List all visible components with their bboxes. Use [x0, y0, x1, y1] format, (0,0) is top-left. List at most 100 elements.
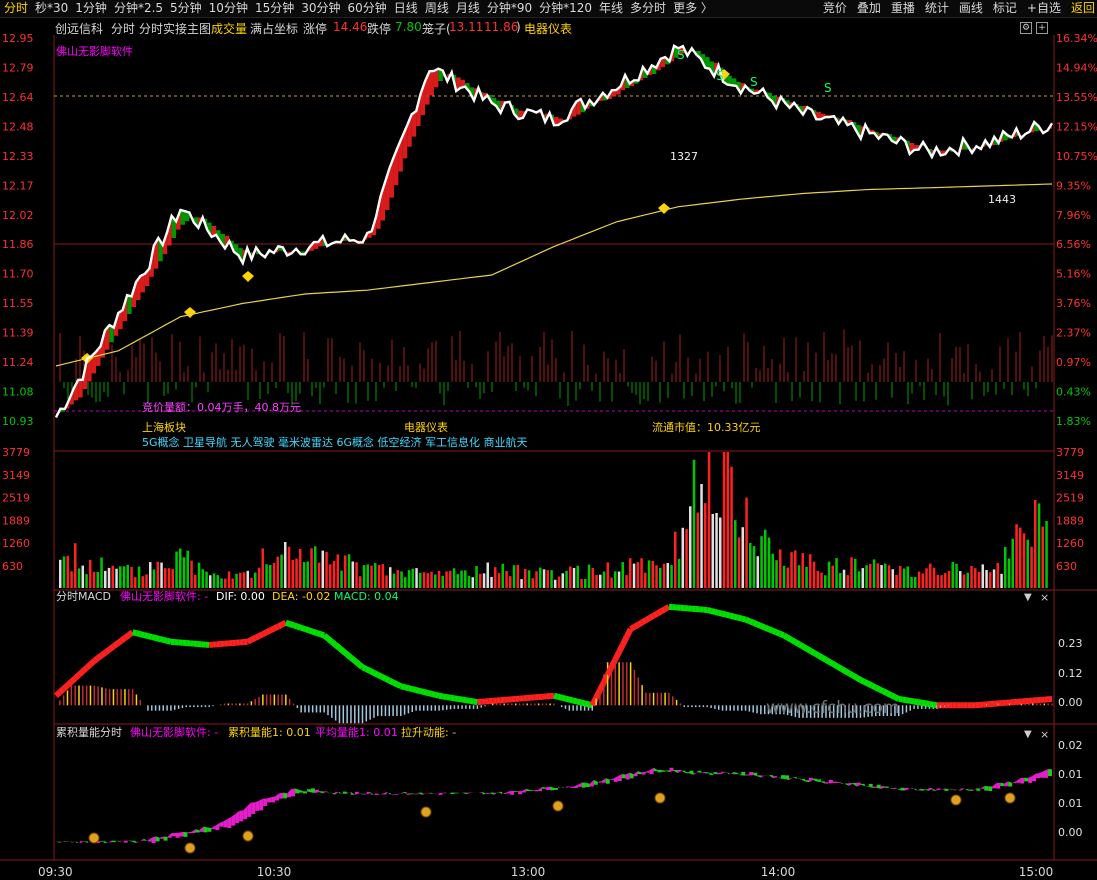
volume-bar: [1022, 533, 1026, 588]
energy-segment: [546, 786, 551, 790]
volume-bar: [981, 564, 984, 588]
volume-bar: [779, 549, 782, 588]
macd-title: 分时MACD: [56, 590, 111, 603]
auction-text: 竞价量额：0.04万手，40.8万元: [142, 400, 301, 414]
energy-segment: [613, 776, 618, 782]
volume-bars: [59, 452, 1048, 588]
energy-segment: [629, 772, 634, 779]
energy-segment: [709, 772, 714, 775]
macd-menu-icon[interactable]: ▼: [1024, 592, 1032, 603]
energy-segment: [147, 837, 152, 842]
energy-segment: [908, 787, 913, 790]
energy-segment: [354, 791, 359, 795]
volume-bar: [212, 573, 216, 588]
volume-bar: [947, 570, 951, 588]
time-label: 10:30: [257, 865, 292, 879]
volume-bar: [940, 575, 943, 588]
macd-segment: [246, 637, 253, 645]
volume-bar: [512, 565, 516, 588]
volume-bar: [674, 531, 677, 588]
volume-bar: [925, 568, 928, 588]
volume-bar: [257, 567, 261, 588]
volume-bar: [606, 562, 609, 588]
volume-bar: [389, 567, 392, 588]
volume-bar: [1019, 527, 1022, 588]
macd-segment: [729, 612, 735, 620]
pct-tick: 3.76%: [1056, 297, 1091, 310]
ribbon-segment: [429, 70, 434, 96]
volume-bar: [899, 566, 902, 588]
volume-bar: [242, 572, 246, 588]
macd-close-icon[interactable]: ×: [1040, 591, 1049, 604]
volume-bar: [790, 552, 793, 588]
energy-segment: [430, 792, 435, 794]
price-tick: 11.24: [2, 356, 34, 369]
macd-segment: [407, 685, 413, 693]
volume-bar: [599, 574, 602, 588]
macd-segment: [913, 698, 919, 706]
price-tick: 12.17: [2, 179, 34, 192]
energy-menu-icon[interactable]: ▼: [1024, 729, 1032, 740]
macd-segment: [469, 697, 475, 705]
energy-segment: [609, 778, 614, 780]
macd-tick: 0.00: [1058, 696, 1083, 709]
time-label: 09:30: [38, 865, 73, 879]
macd-segment: [341, 648, 350, 657]
volume-bar: [351, 561, 354, 588]
pct-tick: 12.15%: [1056, 120, 1097, 133]
volume-bar: [827, 561, 831, 588]
energy-segment: [757, 775, 762, 778]
energy-segment: [143, 838, 148, 841]
volume-bar: [430, 571, 433, 588]
energy-segment: [534, 789, 539, 792]
energy-segment: [123, 840, 128, 843]
energy-segment: [398, 792, 403, 795]
macd-segment: [473, 698, 478, 706]
volume-bar: [775, 560, 778, 588]
energy-segment: [565, 786, 570, 788]
energy-segment: [490, 792, 495, 795]
volume-bar: [250, 577, 253, 588]
macd-segment: [123, 632, 131, 641]
volume-bar: [812, 561, 816, 588]
volume-bar: [872, 559, 876, 588]
volume-bar: [1037, 503, 1041, 588]
macd-segment: [835, 663, 843, 672]
volume-bar: [509, 576, 512, 588]
macd-segment: [403, 684, 410, 692]
energy-segment: [494, 791, 499, 795]
energy-segment: [872, 786, 877, 789]
volume-bar: [287, 546, 291, 588]
volume-bar: [565, 570, 568, 588]
s-mark: S: [824, 81, 832, 95]
macd-dea: DEA: -0.02: [272, 590, 330, 603]
energy-close-icon[interactable]: ×: [1040, 728, 1049, 741]
macd-segment: [824, 657, 832, 665]
volume-bar: [415, 568, 418, 588]
volume-bar: [797, 565, 801, 588]
volume-bar: [1041, 526, 1044, 588]
volume-bar: [842, 569, 846, 588]
volume-bar: [107, 567, 111, 588]
energy-segment: [131, 840, 136, 844]
volume-bar: [771, 553, 774, 588]
energy-segment: [793, 777, 798, 779]
energy-segment: [219, 821, 224, 827]
pct-tick: 16.34%: [1056, 32, 1097, 45]
macd-segment: [885, 690, 893, 698]
energy-segment: [976, 788, 981, 791]
energy-segment: [378, 793, 383, 795]
volume-bar: [411, 568, 414, 588]
volume-bar: [944, 573, 947, 588]
energy-segment: [295, 788, 300, 794]
volume-bar: [809, 554, 812, 588]
energy-segment: [777, 777, 782, 779]
annot-1443: 1443: [988, 193, 1016, 206]
volume-bar: [839, 573, 842, 588]
energy-segment: [804, 780, 809, 783]
energy-segment: [693, 772, 698, 775]
volume-bar: [520, 579, 523, 588]
volume-bar: [85, 574, 88, 588]
macd-segment: [812, 650, 820, 659]
energy-segment: [382, 792, 387, 795]
